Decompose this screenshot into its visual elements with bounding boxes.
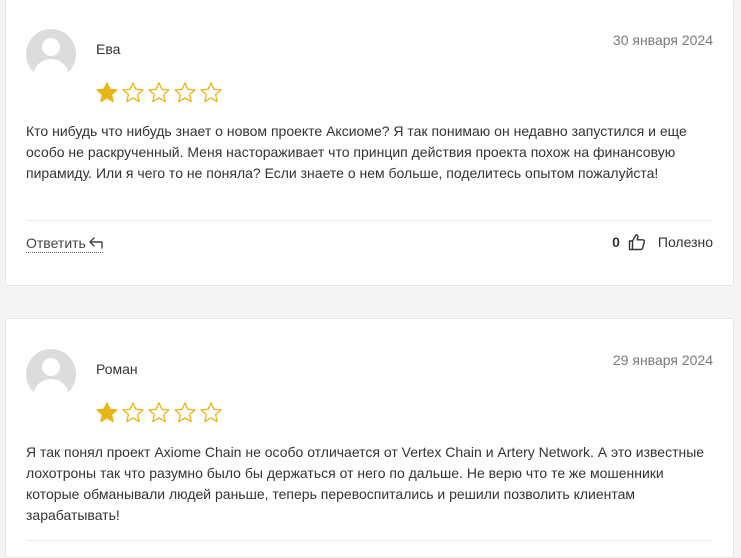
rating-stars [95, 81, 223, 105]
star-filled-icon [96, 402, 118, 423]
review-card: Роман 29 января 2024 Я так понял проект … [5, 318, 734, 558]
review-text: Кто нибудь что нибудь знает о новом прое… [26, 123, 687, 181]
review-date: 30 января 2024 [612, 32, 713, 48]
reply-button[interactable]: Ответить [26, 235, 103, 253]
reply-arrow-icon [89, 237, 103, 249]
star-empty-icon [174, 402, 196, 423]
star-empty-icon [148, 402, 170, 423]
divider [26, 220, 713, 221]
helpful-block: 0 Полезно [612, 233, 713, 251]
divider [26, 540, 713, 541]
avatar [26, 29, 76, 79]
star-empty-icon [200, 82, 222, 103]
rating-stars [95, 401, 223, 425]
star-empty-icon [200, 402, 222, 423]
star-empty-icon [148, 82, 170, 103]
star-empty-icon [122, 402, 144, 423]
review-author: Роман [96, 361, 138, 377]
review-card: Ева 30 января 2024 Кто нибудь что нибудь… [5, 0, 734, 286]
star-empty-icon [174, 82, 196, 103]
likes-count: 0 [612, 234, 620, 250]
helpful-label[interactable]: Полезно [658, 234, 713, 250]
star-empty-icon [122, 82, 144, 103]
thumbs-up-icon[interactable] [628, 233, 646, 251]
review-author: Ева [96, 41, 121, 57]
review-date: 29 января 2024 [612, 352, 713, 368]
reply-label: Ответить [26, 235, 86, 251]
avatar [26, 349, 76, 399]
review-text: Я так понял проект Axiome Chain не особо… [26, 444, 705, 523]
star-filled-icon [96, 82, 118, 103]
